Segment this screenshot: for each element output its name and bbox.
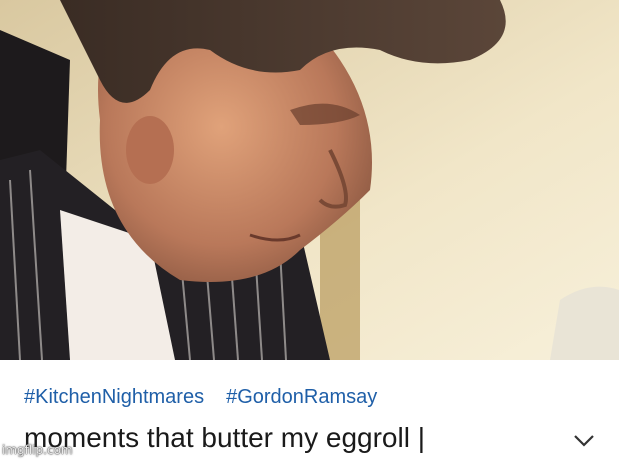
video-title: moments that butter my eggroll | — [24, 421, 425, 455]
text-cursor: | — [417, 422, 426, 453]
chevron-down-icon[interactable] — [572, 430, 596, 450]
video-thumbnail[interactable] — [0, 0, 619, 360]
video-title-text: moments that butter my eggroll — [24, 422, 410, 453]
hashtag-list: #KitchenNightmares #GordonRamsay — [24, 386, 399, 409]
imgflip-watermark: imgflip.com — [2, 443, 73, 457]
hashtag-kitchen-nightmares[interactable]: #KitchenNightmares — [24, 386, 204, 408]
man-looking-down-image — [0, 0, 619, 360]
hashtag-gordon-ramsay[interactable]: #GordonRamsay — [226, 386, 377, 408]
